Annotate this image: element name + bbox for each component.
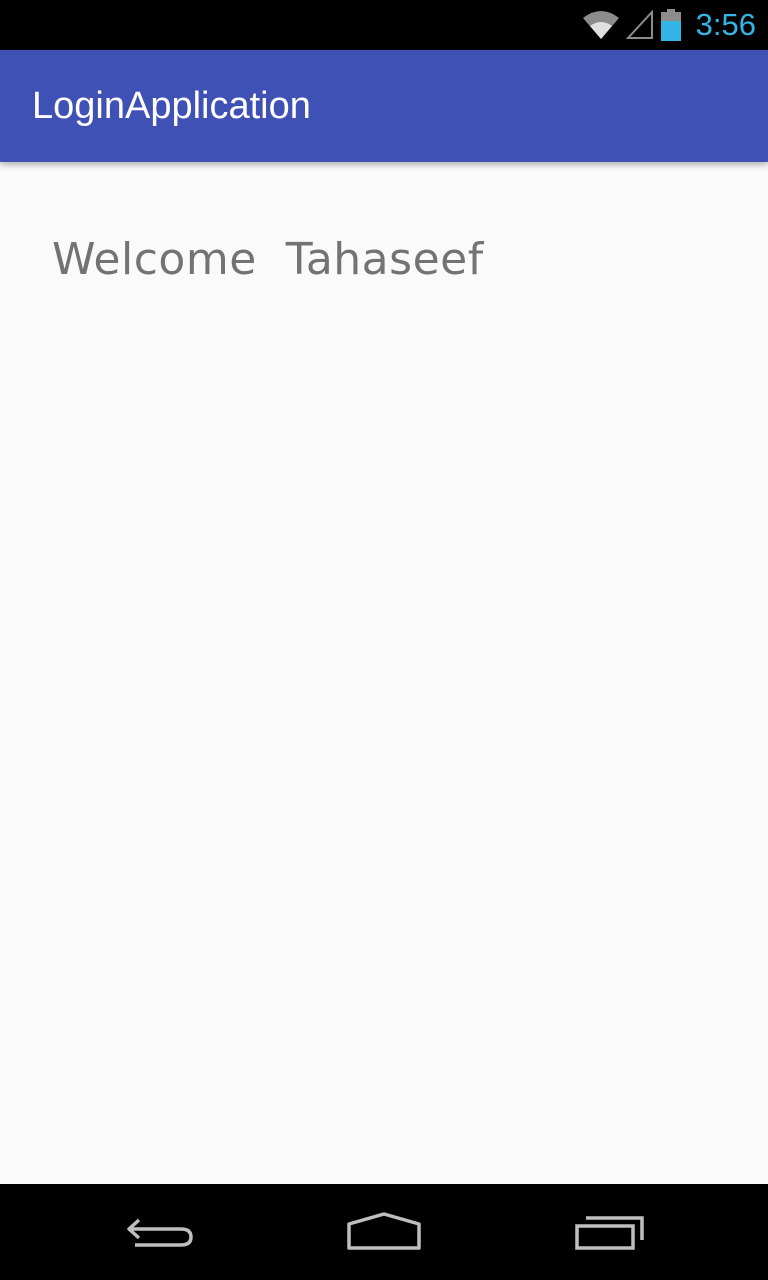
home-button[interactable] bbox=[320, 1184, 448, 1280]
wifi-icon bbox=[582, 11, 619, 39]
status-time: 3:56 bbox=[695, 7, 756, 42]
status-bar: 3:56 bbox=[0, 0, 768, 50]
nav-bar bbox=[0, 1184, 768, 1280]
main-content: Welcome Tahaseef bbox=[0, 162, 768, 1184]
recent-apps-button[interactable] bbox=[546, 1184, 674, 1280]
home-icon bbox=[347, 1212, 421, 1250]
recent-apps-icon bbox=[575, 1216, 644, 1250]
battery-icon bbox=[660, 9, 681, 41]
welcome-text: Welcome Tahaseef bbox=[52, 234, 484, 285]
app-bar: LoginApplication bbox=[0, 50, 768, 162]
back-button[interactable] bbox=[96, 1184, 224, 1280]
status-icons: 3:56 bbox=[582, 0, 756, 50]
app-title: LoginApplication bbox=[32, 85, 311, 127]
cell-signal-icon bbox=[625, 10, 653, 39]
back-icon bbox=[127, 1218, 193, 1247]
screen: 3:56 LoginApplication Welcome Tahaseef bbox=[0, 0, 768, 1280]
